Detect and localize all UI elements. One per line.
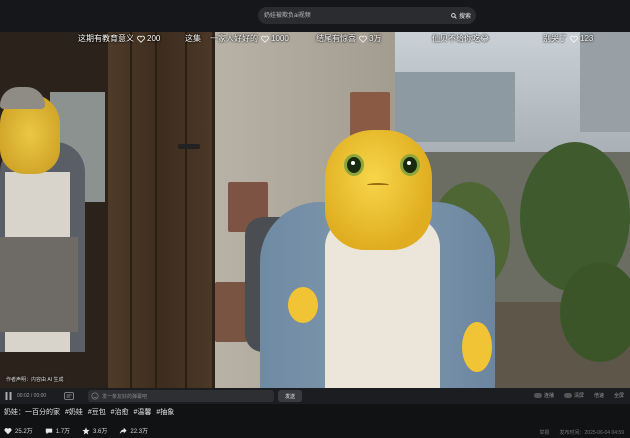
- ai-disclosure-label: 作者声明：内容由 AI 生成: [6, 377, 64, 383]
- danmaku-comment[interactable]: 这期有教育意义 200: [78, 33, 160, 44]
- publish-date: 发布时间：2025-06-04 04:59: [559, 430, 624, 436]
- hashtag[interactable]: #治愈: [111, 409, 129, 416]
- danmaku-text: 别哭了: [543, 34, 567, 43]
- danmaku-text: 仙贝不给你吃😂: [432, 34, 490, 43]
- background-building: [395, 72, 515, 142]
- exposed-bricks: [215, 282, 247, 342]
- player-control-bar: 00:02 / 00:00 发一条友好的弹幕吧 发送 连播 清屏 倍速 全屏: [0, 388, 630, 404]
- favorite-count: 3.6万: [93, 429, 108, 435]
- comment-button[interactable]: 1.7万: [45, 426, 70, 435]
- door-plank: [185, 32, 187, 388]
- danmaku-comment[interactable]: 结尾有惊喜 3万: [316, 33, 381, 44]
- danmaku-like-count: 123: [580, 34, 594, 43]
- hashtag[interactable]: #奶娃: [65, 409, 83, 416]
- search-input[interactable]: 奶娃被欺负ai视频: [264, 10, 311, 19]
- video-caption: 奶娃：一百分的家 #奶娃 #豆包 #治愈 #温馨 #抽象: [4, 407, 174, 417]
- pause-icon[interactable]: [5, 392, 12, 400]
- mouth: [367, 183, 389, 187]
- heart-icon: [137, 35, 145, 43]
- bush: [560, 262, 630, 362]
- danmaku-likes: 123: [570, 34, 593, 43]
- fullscreen-label: 全屏: [613, 393, 624, 399]
- door-plank: [130, 32, 132, 388]
- danmaku-like-count: 200: [147, 34, 161, 43]
- heart-icon: [4, 427, 12, 434]
- video-player[interactable]: 这期有教育意义 200 这集 一家人好好的 1000 结尾有惊喜 3万 仙贝不给…: [0, 32, 630, 388]
- share-count: 22.3万: [130, 429, 149, 435]
- like-button[interactable]: 25.2万: [4, 426, 33, 435]
- background-building-right: [580, 32, 630, 132]
- door-handle: [178, 144, 200, 149]
- right-eye: [400, 154, 420, 176]
- search-button-label: 搜索: [458, 14, 471, 20]
- danmaku-comment[interactable]: 一家人好好的 1000: [210, 33, 289, 44]
- toggle-icon: [533, 393, 542, 398]
- clear-screen-toggle[interactable]: 清屏: [563, 392, 584, 399]
- video-title: 奶娃：一百分的家: [4, 409, 60, 416]
- danmaku-comment[interactable]: 这集: [185, 33, 201, 44]
- door-plank: [155, 32, 157, 388]
- autoplay-label: 连播: [543, 393, 554, 399]
- left-eye: [344, 154, 364, 176]
- danmaku-comment[interactable]: 仙贝不给你吃😂: [432, 33, 489, 44]
- danmaku-toggle-icon[interactable]: [64, 392, 74, 400]
- search-bar[interactable]: 奶娃被欺负ai视频 搜索: [258, 7, 476, 24]
- left-hand: [288, 287, 318, 323]
- like-count: 25.2万: [15, 429, 33, 435]
- search-icon: [451, 12, 457, 19]
- danmaku-like-count: 3万: [369, 34, 382, 43]
- danmaku-like-count: 1000: [271, 34, 289, 43]
- hashtag[interactable]: #豆包: [88, 409, 106, 416]
- report-link[interactable]: 举报: [540, 429, 550, 436]
- emoji-icon[interactable]: [91, 392, 99, 400]
- mother-hair: [0, 87, 45, 109]
- danmaku-comment[interactable]: 别哭了 123: [543, 33, 593, 44]
- danmaku-text: 结尾有惊喜: [316, 34, 356, 43]
- share-button[interactable]: 22.3万: [119, 426, 148, 435]
- engagement-stats: 25.2万 1.7万 3.6万 22.3万: [4, 426, 148, 435]
- send-button[interactable]: 发送: [278, 390, 302, 402]
- speed-button[interactable]: 倍速: [594, 392, 604, 399]
- child-character-head: [325, 130, 432, 250]
- fullscreen-button[interactable]: 全屏: [614, 392, 624, 399]
- mother-apron: [0, 237, 78, 332]
- heart-icon: [359, 35, 367, 43]
- heart-icon: [261, 35, 269, 43]
- comment-count: 1.7万: [55, 429, 71, 435]
- heart-icon: [570, 35, 578, 43]
- comment-icon: [45, 428, 52, 434]
- speed-label: 倍速: [593, 393, 604, 399]
- favorite-button[interactable]: 3.6万: [82, 426, 107, 435]
- wooden-door: [108, 32, 212, 388]
- danmaku-likes: 200: [137, 34, 160, 43]
- danmaku-likes: 1000: [261, 34, 289, 43]
- danmaku-text: 一家人好好的: [210, 34, 258, 43]
- search-button[interactable]: 搜索: [446, 7, 476, 24]
- playback-time: 00:02 / 00:00: [17, 393, 47, 399]
- hashtag[interactable]: #抽象: [156, 409, 174, 416]
- right-hand: [462, 322, 492, 372]
- autoplay-toggle[interactable]: 连播: [533, 392, 554, 399]
- video-meta: 举报 发布时间：2025-06-04 04:59: [540, 429, 625, 436]
- danmaku-text: 这集: [185, 34, 201, 43]
- top-bar: 奶娃被欺负ai视频 搜索: [0, 0, 630, 32]
- toggle-icon: [563, 393, 572, 398]
- star-icon: [82, 426, 90, 434]
- danmaku-input[interactable]: 发一条友好的弹幕吧: [88, 390, 274, 402]
- danmaku-placeholder: 发一条友好的弹幕吧: [102, 394, 148, 400]
- danmaku-likes: 3万: [359, 33, 381, 44]
- danmaku-text: 这期有教育意义: [78, 34, 134, 43]
- share-icon: [120, 427, 127, 434]
- player-right-controls: 连播 清屏 倍速 全屏: [533, 392, 624, 399]
- hashtag[interactable]: #温馨: [134, 409, 152, 416]
- clear-screen-label: 清屏: [573, 393, 584, 399]
